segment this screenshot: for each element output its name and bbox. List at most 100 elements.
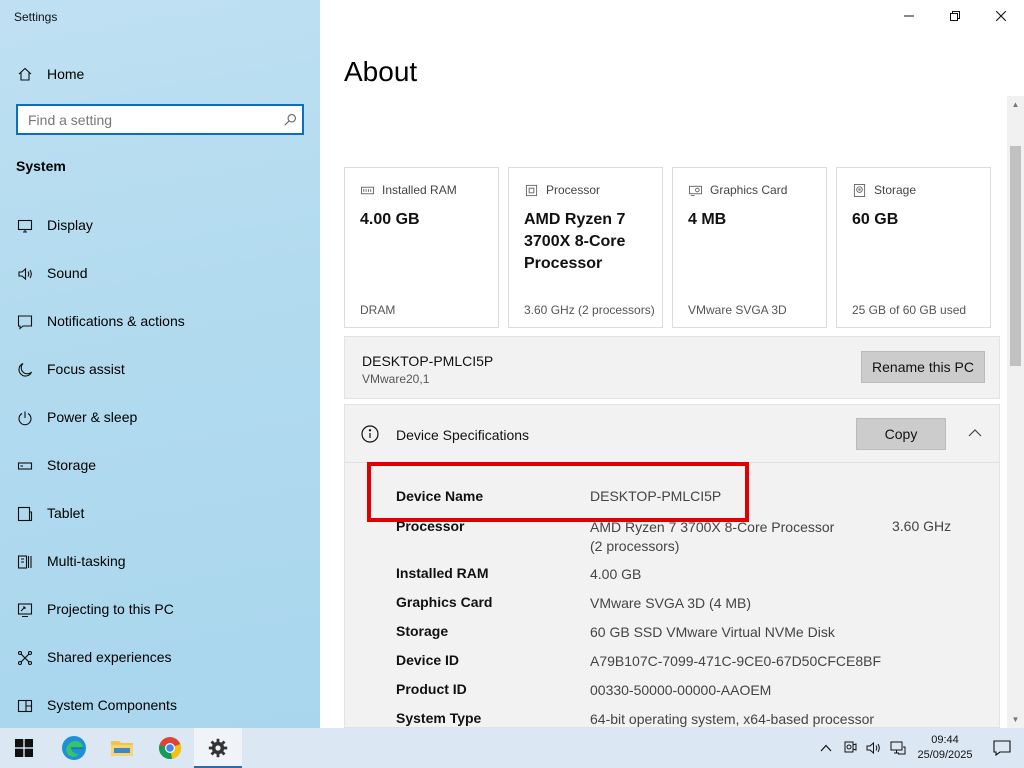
action-center-button[interactable] [980,728,1024,768]
card-footer: VMware SVGA 3D [688,303,787,317]
storage-drive-icon [852,183,866,197]
taskbar: 09:44 25/09/2025 [0,728,1024,768]
sidebar-item-tablet[interactable]: Tablet [16,501,185,549]
pc-name-bar: DESKTOP-PMLCI5P VMware20,1 Rename this P… [344,336,1000,399]
sidebar-item-multitasking[interactable]: Multi-tasking [16,549,185,597]
chevron-up-icon[interactable] [965,423,985,443]
card-graphics-card: Graphics Card 4 MB VMware SVGA 3D [672,167,827,328]
sidebar-item-display[interactable]: Display [16,213,185,261]
start-button[interactable] [0,728,48,768]
tablet-icon [16,502,34,526]
card-label: Graphics Card [710,183,788,197]
spec-value-line: (2 processors) [590,538,680,554]
spec-label: Graphics Card [396,594,493,610]
scroll-down-arrow-icon[interactable]: ▼ [1007,711,1024,728]
clock[interactable]: 09:44 25/09/2025 [910,733,980,763]
volume-tray-icon[interactable] [862,728,886,768]
close-button[interactable] [978,0,1024,32]
minimize-icon [904,15,914,17]
device-specifications-panel: Device Specifications Copy Processor AMD… [344,404,1000,728]
close-icon [996,11,1006,21]
section-heading: System [16,158,66,174]
edge-taskbar-button[interactable] [50,728,98,768]
show-hidden-icons-button[interactable] [814,728,838,768]
card-value: 60 GB [852,211,899,228]
card-footer: DRAM [360,303,396,317]
minimize-button[interactable] [886,0,932,32]
summary-cards: Installed RAM 4.00 GB DRAM Processor AMD… [344,167,991,328]
vertical-scrollbar[interactable]: ▲ ▼ [1007,96,1024,728]
spec-label-device-name: Device Name [396,488,484,504]
scroll-thumb[interactable] [1010,146,1021,366]
spec-value: AMD Ryzen 7 3700X 8-Core Processor (2 pro… [590,518,834,556]
storage-icon [16,454,34,478]
app-title: Settings [14,10,58,24]
sidebar-item-label: Sound [47,265,88,281]
meet-now-icon [844,741,857,753]
copy-button[interactable]: Copy [856,418,946,450]
specifications-title: Device Specifications [396,427,530,443]
sidebar-item-label: Storage [47,457,97,473]
sidebar-item-notifications[interactable]: Notifications & actions [16,309,185,357]
spec-value: 00330-50000-00000-AAOEM [590,682,772,698]
spec-label: System Type [396,710,482,726]
sidebar-item-storage[interactable]: Storage [16,453,185,501]
sidebar-item-power-sleep[interactable]: Power & sleep [16,405,185,453]
spec-label: Installed RAM [396,565,489,581]
card-label: Storage [874,183,917,197]
card-footer: 25 GB of 60 GB used [852,303,967,317]
edge-icon [62,736,86,760]
sidebar-item-label: System Components [47,697,177,713]
display-icon [16,214,34,238]
search-icon[interactable] [278,113,302,127]
processor-icon [524,183,538,197]
settings-taskbar-button[interactable] [194,728,242,768]
chrome-taskbar-button[interactable] [146,728,194,768]
sidebar-item-label: Shared experiences [47,649,172,665]
device-tray-icon[interactable] [838,728,862,768]
sound-icon [16,262,34,286]
spec-value-device-name: DESKTOP-PMLCI5P [590,488,722,504]
sidebar-item-shared-experiences[interactable]: Shared experiences [16,645,185,693]
specifications-header[interactable]: Device Specifications Copy [345,405,999,463]
multitasking-icon [16,550,34,574]
spec-value: VMware SVGA 3D (4 MB) [590,595,752,611]
clock-time: 09:44 [931,734,959,746]
windows-logo-icon [15,739,33,757]
sidebar-item-projecting[interactable]: Projecting to this PC [16,597,185,645]
shared-experiences-icon [16,646,34,670]
restore-button[interactable] [932,0,978,32]
volume-icon [866,741,880,755]
pc-model: VMware20,1 [362,372,430,386]
sidebar-item-label: Power & sleep [47,409,138,425]
spec-value: 60 GB SSD VMware Virtual NVMe Disk [590,624,835,640]
search-input[interactable] [18,106,278,133]
power-icon [16,406,34,430]
home-icon [16,65,34,83]
device-name-highlight: Device Name DESKTOP-PMLCI5P [367,462,749,522]
pc-name: DESKTOP-PMLCI5P [362,353,494,369]
sidebar-item-sound[interactable]: Sound [16,261,185,309]
card-value: 4.00 GB [360,211,420,228]
sidebar-item-home[interactable]: Home [16,62,84,86]
spec-value: A79B107C-7099-471C-9CE0-67D50CFCE8BF [590,653,882,669]
scroll-up-arrow-icon[interactable]: ▲ [1007,96,1024,113]
network-tray-icon[interactable] [886,728,910,768]
sidebar-item-label: Display [47,217,93,233]
card-storage: Storage 60 GB 25 GB of 60 GB used [836,167,991,328]
gear-icon [208,738,228,758]
card-processor: Processor AMD Ryzen 7 3700X 8-Core Proce… [508,167,663,328]
card-value: 4 MB [688,211,727,228]
sidebar-item-label: Projecting to this PC [47,601,174,617]
system-tray: 09:44 25/09/2025 [814,728,1024,768]
components-icon [16,694,34,718]
file-explorer-taskbar-button[interactable] [98,728,146,768]
graphics-card-icon [688,183,702,197]
spec-value: 64-bit operating system, x64-based proce… [590,711,875,727]
search-box[interactable] [16,104,304,135]
chevron-up-icon [820,744,832,752]
rename-pc-button[interactable]: Rename this PC [861,351,985,383]
sidebar-item-focus-assist[interactable]: Focus assist [16,357,185,405]
sidebar-nav: Display Sound Notifications & actions Fo… [16,213,185,741]
restore-icon [950,11,960,21]
